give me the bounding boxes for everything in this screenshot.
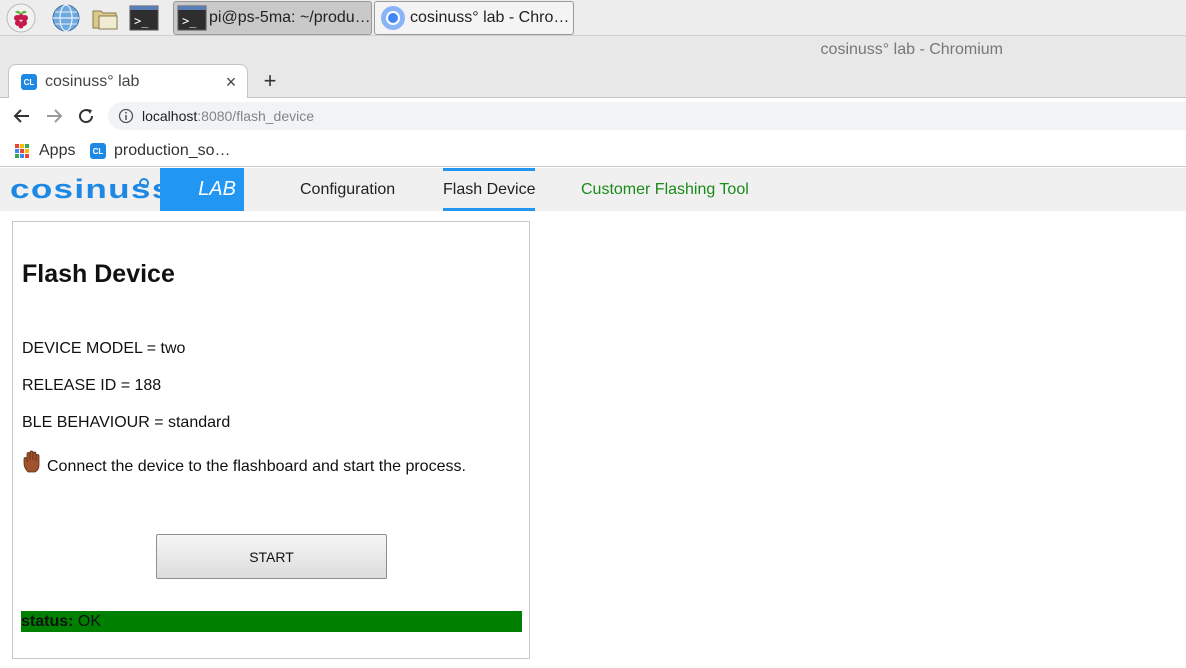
window-title: cosinuss° lab - Chromium — [820, 41, 1003, 58]
info-icon[interactable] — [118, 108, 134, 124]
arrow-right-icon — [47, 109, 63, 123]
cosinuss-favicon: CL — [90, 143, 106, 159]
new-tab-button[interactable]: + — [258, 68, 282, 93]
chromium-icon — [381, 6, 405, 30]
taskbar-window-label: pi@ps-5ma: ~/produ… — [209, 9, 371, 26]
terminal-icon: >_ — [177, 5, 207, 31]
back-button[interactable] — [10, 104, 34, 128]
reload-button[interactable] — [74, 104, 98, 128]
svg-text:>_: >_ — [182, 14, 197, 28]
os-taskbar: >_ >_ pi@ps-5ma: ~/produ… cosinuss° lab … — [0, 0, 1186, 36]
instruction-text: Connect the device to the flashboard and… — [47, 458, 466, 475]
flash-device-card: Flash Device DEVICE MODEL = two RELEASE … — [12, 221, 530, 659]
nav-configuration[interactable]: Configuration — [300, 168, 395, 211]
close-icon[interactable]: × — [221, 72, 241, 92]
bookmark-apps[interactable]: Apps — [15, 140, 75, 162]
tab-title: cosinuss° lab — [45, 73, 140, 90]
browser-toolbar: localhost:8080/flash_device — [0, 98, 1186, 134]
taskbar-window-label: cosinuss° lab - Chro… — [410, 9, 570, 26]
cosinuss-logo[interactable]: cosinuss — [10, 174, 171, 204]
lab-badge: LAB — [160, 168, 244, 211]
cosinuss-favicon: CL — [21, 74, 37, 90]
release-id-line: RELEASE ID = 188 — [22, 377, 162, 394]
browser-tab-strip: CL cosinuss° lab × + — [0, 64, 1186, 99]
svg-text:>_: >_ — [134, 14, 149, 28]
apps-grid-icon — [15, 144, 29, 158]
raspberry-pi-menu-icon[interactable] — [6, 3, 36, 33]
raised-hand-icon — [23, 450, 40, 473]
browser-tab[interactable]: CL cosinuss° lab × — [8, 64, 248, 99]
status-label: status: — [21, 613, 74, 630]
web-browser-icon[interactable] — [51, 3, 81, 33]
bookmark-label: Apps — [39, 142, 76, 159]
device-model-line: DEVICE MODEL = two — [22, 340, 186, 357]
logo-text: cosinuss — [10, 174, 173, 204]
reload-icon — [79, 109, 94, 124]
bookmarks-bar: Apps CL production_so… — [0, 134, 1186, 167]
taskbar-window-chromium[interactable]: cosinuss° lab - Chro… — [374, 1, 574, 35]
terminal-icon[interactable]: >_ — [129, 3, 159, 33]
browser-title-bar: cosinuss° lab - Chromium — [0, 36, 1186, 64]
status-bar: status: OK — [21, 611, 522, 632]
taskbar-window-terminal[interactable]: >_ pi@ps-5ma: ~/produ… — [173, 1, 372, 35]
status-value: OK — [77, 613, 102, 630]
forward-button[interactable] — [42, 104, 66, 128]
address-bar[interactable]: localhost:8080/flash_device — [108, 102, 1186, 130]
page-title: Flash Device — [22, 260, 175, 288]
nav-flash-device[interactable]: Flash Device — [443, 168, 536, 211]
ble-behaviour-line: BLE BEHAVIOUR = standard — [22, 414, 231, 431]
arrow-left-icon — [13, 109, 29, 123]
url-text: localhost:8080/flash_device — [142, 108, 314, 124]
logo-degree-ring — [139, 178, 149, 188]
nav-customer-flashing-tool[interactable]: Customer Flashing Tool — [581, 168, 749, 211]
file-manager-icon[interactable] — [90, 3, 120, 33]
site-navbar: cosinuss LAB Configuration Flash Device … — [0, 168, 1186, 211]
url-path: :8080/flash_device — [197, 108, 315, 124]
bookmark-label: production_so… — [114, 142, 231, 159]
url-host: localhost — [142, 108, 198, 124]
bookmark-production[interactable]: CL production_so… — [90, 140, 231, 162]
start-button[interactable]: START — [156, 534, 387, 579]
